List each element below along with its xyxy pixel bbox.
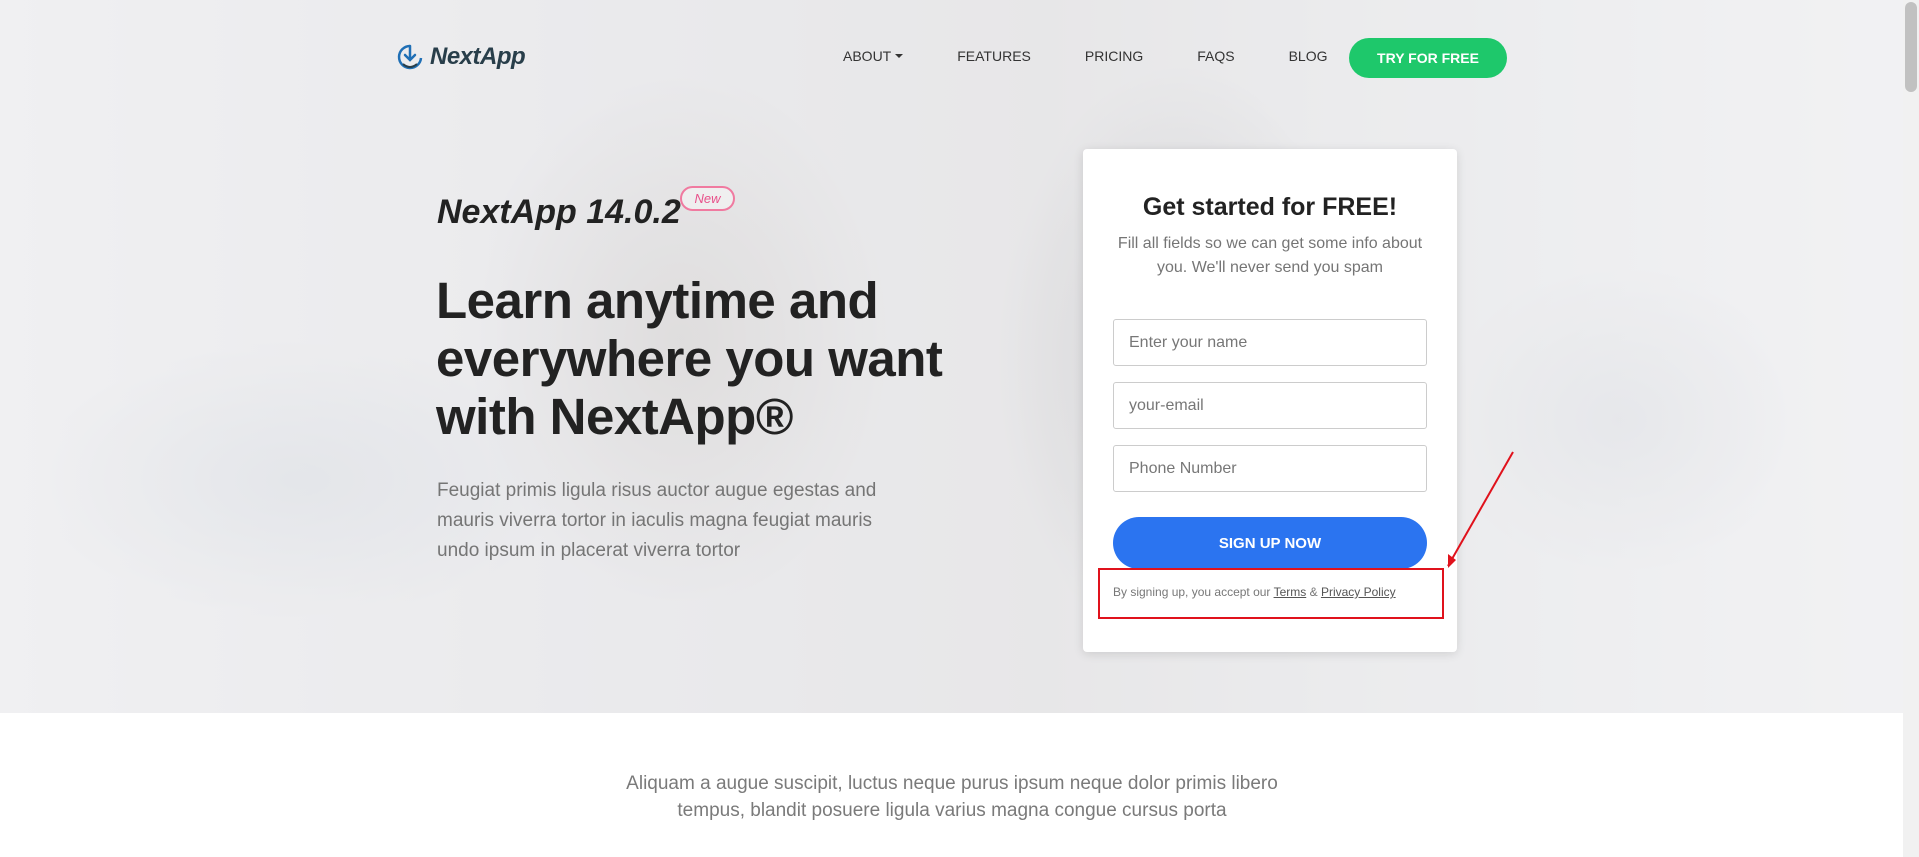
annotation-highlight-box <box>1098 568 1444 619</box>
hero-subtext: Feugiat primis ligula risus auctor augue… <box>437 480 877 561</box>
hero-section: NextApp ABOUT FEATURES PRICING FAQS BLOG… <box>0 0 1903 713</box>
version-title: NextApp 14.0.2 <box>437 193 681 231</box>
caret-down-icon <box>895 54 904 58</box>
brand-logo[interactable]: NextApp <box>396 42 526 72</box>
name-input[interactable] <box>1113 319 1427 366</box>
nav-item-label: BLOG <box>1288 48 1328 64</box>
nav-item-blog[interactable]: BLOG <box>1289 48 1328 64</box>
nav-item-label: PRICING <box>1084 48 1144 64</box>
nav-item-pricing[interactable]: PRICING <box>1085 48 1143 64</box>
main-nav: ABOUT FEATURES PRICING FAQS BLOG <box>843 48 1381 64</box>
scrollbar-thumb[interactable] <box>1905 2 1917 92</box>
nav-item-about[interactable]: ABOUT <box>843 48 904 64</box>
form-title: Get started for FREE! <box>1142 193 1398 221</box>
logo-icon <box>397 44 423 70</box>
sign-up-button[interactable]: SIGN UP NOW <box>1113 517 1427 569</box>
section-intro-text: Aliquam a augue suscipit, luctus neque p… <box>626 773 1278 821</box>
new-badge: New <box>680 186 735 211</box>
nav-item-features[interactable]: FEATURES <box>957 48 1031 64</box>
try-for-free-button[interactable]: TRY FOR FREE <box>1349 38 1507 78</box>
annotation-arrow-icon <box>1447 451 1514 568</box>
brand-name: NextApp <box>430 43 526 70</box>
nav-item-faqs[interactable]: FAQS <box>1197 48 1234 64</box>
nav-item-label: FEATURES <box>957 48 1031 64</box>
hero-headline: Learn anytime and everywhere you want wi… <box>436 272 943 445</box>
page-scrollbar[interactable] <box>1903 0 1919 857</box>
nav-item-label: FAQS <box>1197 48 1235 64</box>
form-description: Fill all fields so we can get some info … <box>1117 235 1423 276</box>
nav-item-label: ABOUT <box>843 48 892 64</box>
email-input[interactable] <box>1113 382 1427 429</box>
phone-input[interactable] <box>1113 445 1427 492</box>
